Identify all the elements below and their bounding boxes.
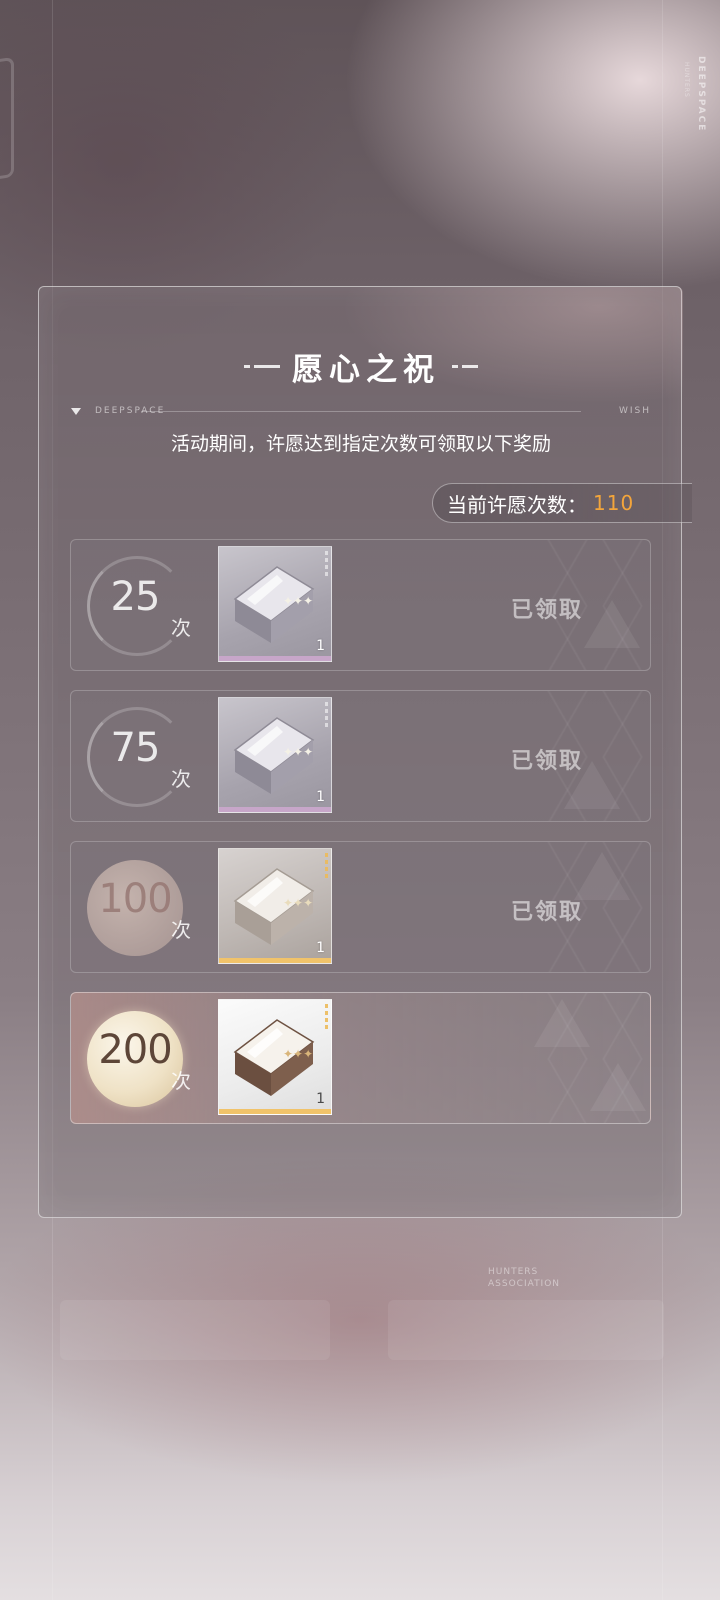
brand-vertical-text: DEEPSPACE [696,56,706,133]
wish-count-label: 当前许愿次数： [447,492,587,517]
reward-item-slot[interactable]: ✦✦✦ 1 [218,546,332,662]
background-association-line: HUNTERS [488,1267,539,1277]
gift-box-icon: ✦✦✦ [233,566,315,643]
panel-title-row: 愿心之祝 [39,343,683,389]
threshold-unit: 次 [171,767,191,791]
background-blur-block [388,1300,664,1360]
title-dash-right [452,364,478,368]
rarity-dots [325,853,328,878]
claimed-status: 已领取 [511,900,584,925]
reward-item-slot[interactable]: ✦✦✦ 1 [218,697,332,813]
rarity-dots [325,1004,328,1029]
wish-reward-panel: 愿心之祝 DEEPSPACE WISH 活动期间，许愿达到指定次数可领取以下奖励… [38,286,692,1218]
threshold-number: 75 [110,725,161,771]
claimed-status: 已领取 [511,749,584,774]
claimed-status: 已领取 [511,598,584,623]
threshold-number: 100 [98,876,172,922]
threshold-number: 25 [110,574,161,620]
reward-row-75[interactable]: 75 次 ✦✦✦ 1 已领取 [70,690,651,822]
panel-subtitle: 活动期间，许愿达到指定次数可领取以下奖励 [170,433,551,455]
svg-text:✦✦✦: ✦✦✦ [283,745,313,759]
rarity-bar [219,807,331,812]
panel-title: 愿心之祝 [292,351,440,388]
rarity-dots [325,551,328,576]
threshold-unit: 次 [171,616,191,640]
reward-row-25[interactable]: 25 次 ✦✦✦ 1 已领取 [70,539,651,671]
threshold-number: 200 [98,1027,172,1073]
triangle-pattern [584,600,640,648]
gift-box-icon: ✦✦✦ [233,1019,315,1096]
rarity-bar [219,958,331,963]
deco-right-text: WISH [618,406,651,416]
wish-count-pill: 当前许愿次数： 110 [432,483,692,523]
wish-count-value: 110 [593,491,635,515]
svg-text:✦✦✦: ✦✦✦ [283,594,313,608]
svg-text:✦✦✦: ✦✦✦ [283,1047,313,1061]
svg-text:✦✦✦: ✦✦✦ [283,896,313,910]
background-association-text: HUNTERS ASSOCIATION [488,1266,560,1290]
gift-box-icon: ✦✦✦ [233,868,315,945]
triangle-pattern [534,999,590,1047]
gift-box-icon: ✦✦✦ [233,717,315,794]
item-count: 1 [316,789,325,805]
reward-row-100[interactable]: 100 次 ✦✦✦ 1 已领取 [70,841,651,973]
triangle-pattern [590,1063,646,1111]
rarity-bar [219,1109,331,1114]
reward-row-200[interactable]: 200 次 ✦✦✦ 1 [70,992,651,1124]
reward-item-slot[interactable]: ✦✦✦ 1 [218,848,332,964]
deco-row: DEEPSPACE WISH [71,405,651,417]
rarity-dots [325,702,328,727]
triangle-pattern [574,852,630,900]
threshold-unit: 次 [171,1069,191,1093]
triangle-down-icon [71,407,81,415]
threshold-unit: 次 [171,918,191,942]
background-blur-block [60,1300,330,1360]
item-count: 1 [316,1091,325,1107]
brand-vertical-subtext: HUNTERS [683,62,690,98]
title-dash-left [244,364,280,368]
hexagon-frame-icon [0,56,14,184]
deco-divider [141,411,581,412]
rarity-bar [219,656,331,661]
item-count: 1 [316,940,325,956]
item-count: 1 [316,638,325,654]
reward-item-slot[interactable]: ✦✦✦ 1 [218,999,332,1115]
background-association-line: ASSOCIATION [488,1279,561,1289]
